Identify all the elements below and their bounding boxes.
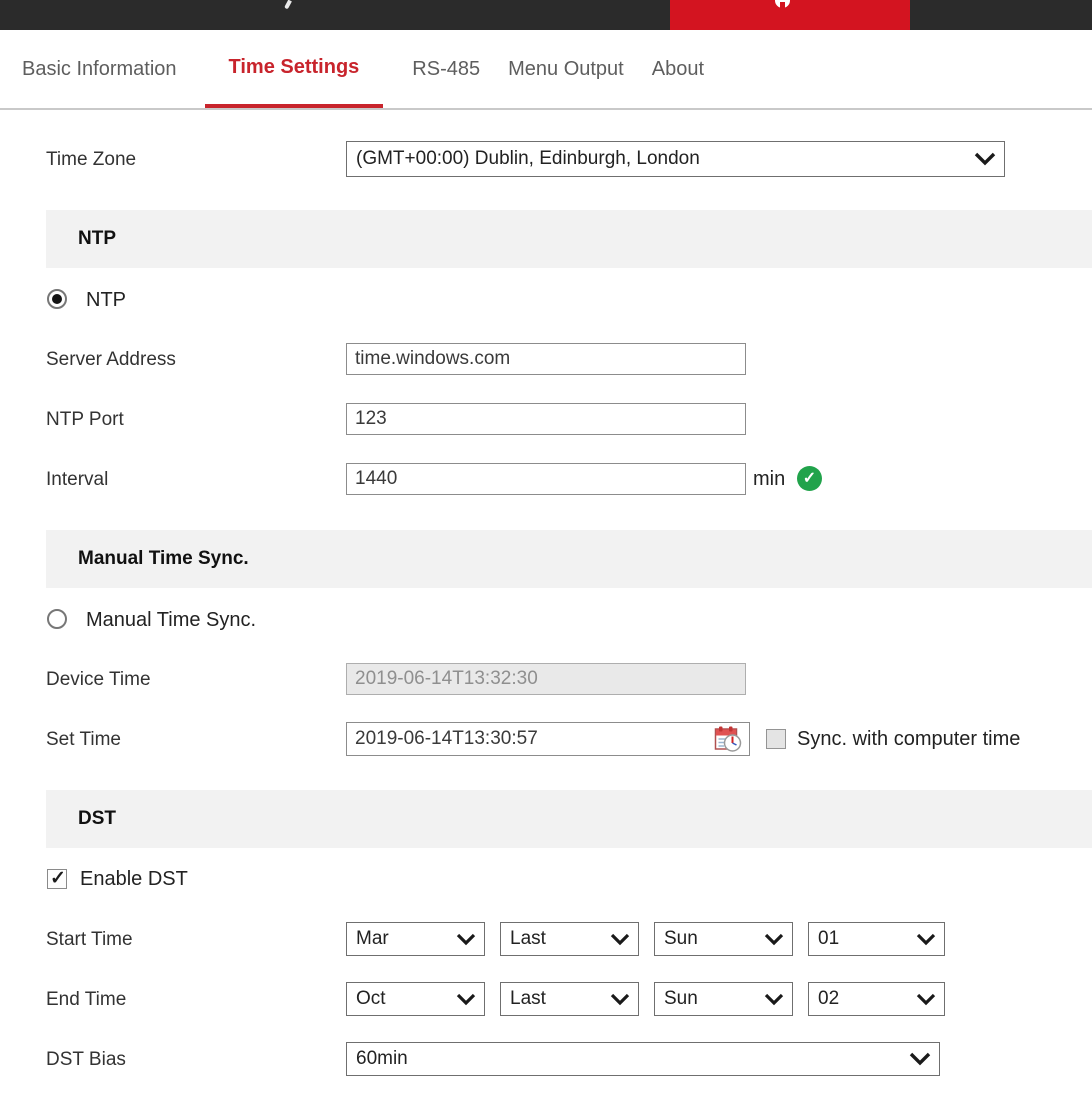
tab-menu-output[interactable]: Menu Output	[508, 30, 624, 108]
chevron-down-icon	[610, 933, 630, 946]
active-nav-button[interactable]	[670, 0, 910, 30]
enable-dst-label: Enable DST	[80, 868, 188, 891]
chevron-down-icon	[456, 933, 476, 946]
chevron-down-icon	[909, 1052, 931, 1066]
manual-sync-radio[interactable]	[47, 609, 67, 629]
tab-about[interactable]: About	[652, 30, 704, 108]
time-settings-panel: Time Zone (GMT+00:00) Dublin, Edinburgh,…	[0, 110, 1092, 1110]
nav-text-fragment	[284, 0, 292, 9]
server-address-label: Server Address	[46, 349, 176, 371]
manual-sync-section-title: Manual Time Sync.	[78, 548, 249, 570]
dst-end-month-value: Oct	[356, 988, 386, 1010]
chevron-down-icon	[974, 152, 996, 166]
manual-sync-section-header: Manual Time Sync.	[46, 530, 1092, 588]
time-zone-value: (GMT+00:00) Dublin, Edinburgh, London	[356, 148, 700, 170]
dst-start-hour-select[interactable]: 01	[808, 922, 945, 956]
dst-bias-select[interactable]: 60min	[346, 1042, 940, 1076]
ntp-port-input[interactable]	[346, 403, 746, 435]
valid-check-icon: ✓	[797, 466, 822, 491]
chevron-down-icon	[610, 993, 630, 1006]
sync-computer-time-checkbox[interactable]	[766, 729, 786, 749]
dst-start-month-select[interactable]: Mar	[346, 922, 485, 956]
server-address-input[interactable]	[346, 343, 746, 375]
ntp-radio-label: NTP	[86, 289, 126, 312]
dst-end-month-select[interactable]: Oct	[346, 982, 485, 1016]
dst-start-month-value: Mar	[356, 928, 389, 950]
dst-section-header: DST	[46, 790, 1092, 848]
dst-end-week-value: Last	[510, 988, 546, 1010]
nav-button-text-fragment	[775, 0, 790, 8]
time-zone-label: Time Zone	[46, 149, 136, 171]
set-time-input[interactable]	[346, 722, 750, 756]
calendar-clock-icon[interactable]	[714, 725, 742, 753]
time-zone-select[interactable]: (GMT+00:00) Dublin, Edinburgh, London	[346, 141, 1005, 177]
dst-start-day-select[interactable]: Sun	[654, 922, 793, 956]
dst-start-hour-value: 01	[818, 928, 839, 950]
dst-bias-label: DST Bias	[46, 1049, 126, 1071]
start-time-label: Start Time	[46, 929, 133, 951]
interval-label: Interval	[46, 469, 108, 491]
dst-bias-value: 60min	[356, 1048, 408, 1070]
dst-end-hour-select[interactable]: 02	[808, 982, 945, 1016]
dst-start-day-value: Sun	[664, 928, 698, 950]
tab-rs-485[interactable]: RS-485	[412, 30, 480, 108]
chevron-down-icon	[764, 933, 784, 946]
sync-computer-time-label: Sync. with computer time	[797, 728, 1020, 751]
dst-end-week-select[interactable]: Last	[500, 982, 639, 1016]
dst-start-week-value: Last	[510, 928, 546, 950]
tab-basic-information[interactable]: Basic Information	[22, 30, 177, 108]
ntp-section-title: NTP	[78, 228, 116, 250]
interval-unit-label: min	[753, 468, 785, 491]
dst-start-week-select[interactable]: Last	[500, 922, 639, 956]
dst-end-day-value: Sun	[664, 988, 698, 1010]
dst-end-day-select[interactable]: Sun	[654, 982, 793, 1016]
manual-sync-radio-label: Manual Time Sync.	[86, 609, 256, 632]
settings-tab-bar: Basic Information Time Settings RS-485 M…	[0, 30, 1092, 110]
chevron-down-icon	[916, 993, 936, 1006]
interval-input[interactable]	[346, 463, 746, 495]
ntp-radio[interactable]	[47, 289, 67, 309]
chevron-down-icon	[456, 993, 476, 1006]
chevron-down-icon	[764, 993, 784, 1006]
chevron-down-icon	[916, 933, 936, 946]
dst-section-title: DST	[78, 808, 116, 830]
tab-time-settings[interactable]: Time Settings	[205, 30, 384, 108]
device-time-label: Device Time	[46, 669, 151, 691]
ntp-port-label: NTP Port	[46, 409, 124, 431]
set-time-label: Set Time	[46, 729, 121, 751]
device-time-input	[346, 663, 746, 695]
top-nav-bar	[0, 0, 1092, 30]
end-time-label: End Time	[46, 989, 126, 1011]
dst-end-hour-value: 02	[818, 988, 839, 1010]
enable-dst-checkbox[interactable]	[47, 869, 67, 889]
ntp-section-header: NTP	[46, 210, 1092, 268]
